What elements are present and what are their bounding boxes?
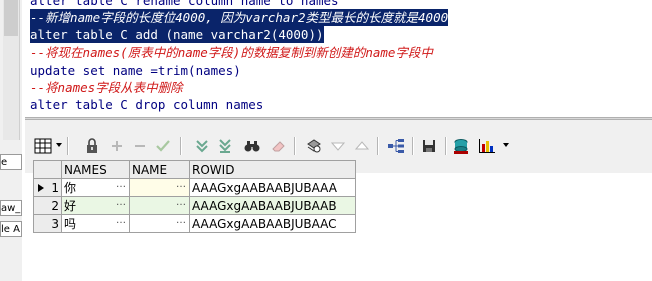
cell-value: 好 bbox=[64, 199, 77, 213]
table-row[interactable]: 2 好… … AAAGxgAABAABJUBAAB bbox=[33, 196, 356, 215]
tree-icon[interactable] bbox=[386, 136, 406, 156]
row-number-cell[interactable]: 2 bbox=[33, 196, 62, 215]
left-scrollbar-thumb[interactable] bbox=[4, 0, 18, 36]
table-row[interactable]: 1 你… … AAAGxgAABAABJUBAAA bbox=[33, 178, 356, 197]
cell-rowid[interactable]: AAAGxgAABAABJUBAAB bbox=[189, 196, 356, 215]
toolbar-separator bbox=[67, 137, 69, 155]
editor-line[interactable]: update set name =trim(names) bbox=[30, 62, 241, 79]
editor-line[interactable]: alter table C rename column name to name… bbox=[30, 0, 339, 9]
column-header-name[interactable]: NAME bbox=[129, 160, 190, 179]
result-grid: NAMES NAME ROWID 1 你… … AAAGxgAABAABJUBA… bbox=[33, 160, 356, 233]
column-header-rowid[interactable]: ROWID bbox=[189, 160, 356, 179]
row-number: 2 bbox=[51, 198, 59, 213]
clear-icon[interactable] bbox=[268, 136, 288, 156]
toolbar-separator bbox=[294, 137, 296, 155]
add-record-icon[interactable] bbox=[107, 136, 127, 156]
table-row[interactable]: 3 吗… … AAAGxgAABAABJUBAAC bbox=[33, 214, 356, 233]
left-panel: e aw_ le A bbox=[0, 0, 22, 281]
left-panel-item[interactable]: le A bbox=[0, 221, 22, 237]
fetch-last-icon[interactable] bbox=[215, 136, 235, 156]
toolbar-separator bbox=[412, 137, 414, 155]
editor-line[interactable]: alter table C drop column names bbox=[30, 96, 263, 113]
grid-icon[interactable] bbox=[33, 136, 53, 156]
sort-descending-icon[interactable] bbox=[328, 136, 348, 156]
row-number: 1 bbox=[51, 180, 59, 195]
delete-record-icon[interactable] bbox=[130, 136, 150, 156]
left-scrollbar[interactable] bbox=[3, 0, 20, 140]
query-by-example-icon[interactable] bbox=[304, 136, 324, 156]
cell-editor-button[interactable]: … bbox=[176, 215, 186, 226]
toolbar-separator bbox=[180, 137, 182, 155]
post-icon[interactable] bbox=[153, 136, 173, 156]
chevron-down-icon[interactable] bbox=[503, 143, 509, 147]
editor-line[interactable]: --将现在names(原表中的name字段)的数据复制到新创建的name字段中 bbox=[30, 44, 433, 61]
cell-names[interactable]: 好… bbox=[61, 196, 130, 215]
row-number-cell[interactable]: 1 bbox=[33, 178, 62, 197]
cell-editor-button[interactable]: … bbox=[176, 179, 186, 190]
cell-editor-button[interactable]: … bbox=[176, 197, 186, 208]
chart-icon[interactable] bbox=[477, 136, 497, 156]
toolbar-separator bbox=[377, 137, 379, 155]
editor-line-selected[interactable]: alter table C add (name varchar2(4000)) bbox=[30, 26, 324, 43]
fetch-next-icon[interactable] bbox=[192, 136, 212, 156]
cell-names[interactable]: 你… bbox=[61, 178, 130, 197]
column-header-names[interactable]: NAMES bbox=[61, 160, 130, 179]
left-panel-item[interactable]: e bbox=[0, 154, 22, 170]
export-icon[interactable] bbox=[451, 136, 471, 156]
left-panel-item[interactable]: aw_ bbox=[0, 200, 22, 216]
grid-corner[interactable] bbox=[33, 160, 62, 179]
cell-name[interactable]: … bbox=[129, 214, 190, 233]
editor-line[interactable]: --将names字段从表中删除 bbox=[30, 79, 183, 96]
sql-editor[interactable]: alter table C rename column name to name… bbox=[25, 0, 652, 117]
cell-value: 你 bbox=[64, 181, 77, 195]
current-row-indicator-icon bbox=[38, 184, 44, 192]
find-icon[interactable] bbox=[242, 136, 262, 156]
cell-names[interactable]: 吗… bbox=[61, 214, 130, 233]
editor-line-selected[interactable]: --新增name字段的长度位4000, 因为varchar2类型最长的长度就是4… bbox=[30, 9, 449, 26]
cell-value: 吗 bbox=[64, 217, 77, 231]
cell-editor-button[interactable]: … bbox=[116, 215, 126, 226]
chevron-down-icon[interactable] bbox=[56, 143, 62, 147]
cell-rowid[interactable]: AAAGxgAABAABJUBAAA bbox=[189, 178, 356, 197]
cell-name[interactable]: … bbox=[129, 196, 190, 215]
row-number-cell[interactable]: 3 bbox=[33, 214, 62, 233]
cell-editor-button[interactable]: … bbox=[116, 179, 126, 190]
cell-editor-button[interactable]: … bbox=[116, 197, 126, 208]
cell-rowid[interactable]: AAAGxgAABAABJUBAAC bbox=[189, 214, 356, 233]
grid-header-row: NAMES NAME ROWID bbox=[33, 160, 356, 179]
cell-name[interactable]: … bbox=[129, 178, 190, 197]
save-icon[interactable] bbox=[419, 136, 439, 156]
row-number: 3 bbox=[51, 216, 59, 231]
toolbar-separator bbox=[445, 137, 447, 155]
lock-icon[interactable] bbox=[82, 136, 102, 156]
sort-ascending-icon[interactable] bbox=[352, 136, 372, 156]
